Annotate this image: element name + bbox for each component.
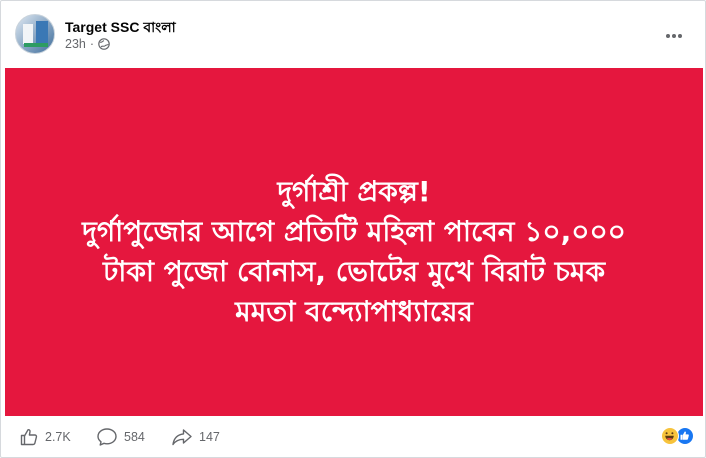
headline-line: টাকা পুজো বোনাস, ভোটের মুখে বিরাট চমক xyxy=(102,255,606,288)
post-time[interactable]: 23h xyxy=(65,37,86,51)
comment-button[interactable]: 584 xyxy=(96,425,145,449)
post-card: Target SSC বাংলা 23h · দুর্গাশ্রী প্রকল্… xyxy=(0,0,706,458)
post-footer: 2.7K 584 147 xyxy=(15,423,695,451)
more-options-button[interactable] xyxy=(659,20,689,50)
share-count: 147 xyxy=(199,430,220,444)
post-meta: 23h · xyxy=(65,37,110,51)
reaction-summary[interactable] xyxy=(661,427,695,447)
page-avatar[interactable] xyxy=(15,14,55,54)
thumbs-up-icon xyxy=(19,427,39,447)
comment-count: 584 xyxy=(124,430,145,444)
more-horizontal-icon xyxy=(665,26,683,44)
comment-icon xyxy=(96,427,118,447)
globe-icon xyxy=(98,38,110,50)
headline-line: দুর্গাপুজোর আগে প্রতিটি মহিলা পাবেন ১০,০… xyxy=(82,215,626,248)
post-image[interactable]: দুর্গাশ্রী প্রকল্প! দুর্গাপুজোর আগে প্রত… xyxy=(5,68,703,416)
post-headline: দুর্গাশ্রী প্রকল্প! দুর্গাপুজোর আগে প্রত… xyxy=(5,172,703,332)
post-header: Target SSC বাংলা 23h · xyxy=(15,14,695,56)
headline-line: দুর্গাশ্রী প্রকল্প! xyxy=(277,175,431,208)
share-icon xyxy=(171,427,193,447)
meta-separator: · xyxy=(89,37,95,51)
haha-emoji-icon xyxy=(661,427,679,445)
share-button[interactable]: 147 xyxy=(171,425,220,449)
headline-line: মমতা বন্দ্যোপাধ্যায়ের xyxy=(235,295,473,328)
like-button[interactable]: 2.7K xyxy=(19,425,71,449)
like-count: 2.7K xyxy=(45,430,71,444)
